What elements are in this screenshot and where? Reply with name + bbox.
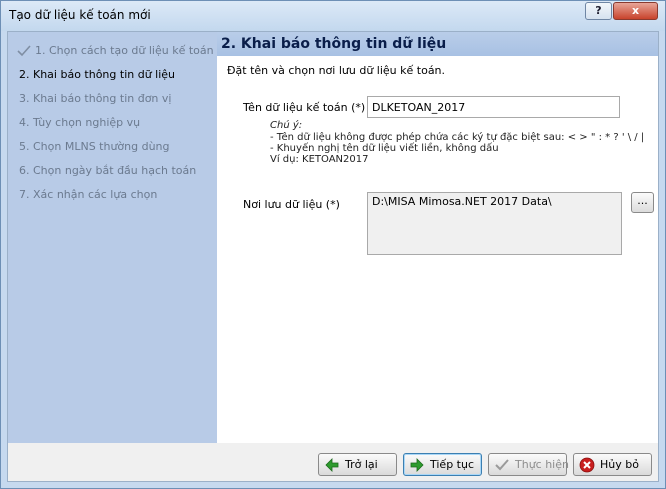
step-5: 5. Chọn MLNS thường dùng [19,140,170,153]
help-button[interactable]: ? [585,2,612,20]
next-button[interactable]: Tiếp tục [403,453,482,476]
finish-label: Thực hiện [515,458,569,471]
location-label: Nơi lưu dữ liệu (*) [243,198,340,211]
checkmark-icon [495,459,509,471]
dialog-window: Tạo dữ liệu kế toán mới ? x 1. Chọn cách… [0,0,666,489]
cancel-icon [579,457,595,473]
section-description: Đặt tên và chọn nơi lưu dữ liệu kế toán. [227,64,446,77]
step-6: 6. Chọn ngày bắt đầu hạch toán [19,164,197,177]
location-field[interactable]: D:\MISA Mimosa.NET 2017 Data\ [367,192,622,255]
steps-sidebar: 1. Chọn cách tạo dữ liệu kế toán 2. Khai… [8,32,217,443]
step-2: 2. Khai báo thông tin dữ liệu [19,68,176,81]
step-3: 3. Khai báo thông tin đơn vị [19,92,172,105]
section-title: 2. Khai báo thông tin dữ liệu [221,36,447,52]
arrow-left-icon [325,458,339,472]
back-button[interactable]: Trở lại [318,453,397,476]
next-label: Tiếp tục [430,458,475,471]
main-panel: 2. Khai báo thông tin dữ liệu Đặt tên và… [217,32,658,443]
step-4: 4. Tùy chọn nghiệp vụ [19,116,141,129]
finish-button[interactable]: Thực hiện [488,453,569,476]
browse-icon: ... [637,194,648,207]
button-bar: Trở lại Tiếp tục Thực hiện Hủy bỏ [8,443,658,481]
location-value: D:\MISA Mimosa.NET 2017 Data\ [372,195,552,208]
window-title: Tạo dữ liệu kế toán mới [9,8,151,22]
close-icon: x [631,4,640,17]
step-7: 7. Xác nhận các lựa chọn [19,188,158,201]
note-line-3: Ví dụ: KETOAN2017 [270,154,369,165]
dialog-body: 1. Chọn cách tạo dữ liệu kế toán 2. Khai… [7,31,659,482]
checkmark-icon [17,45,31,57]
arrow-right-icon [410,458,424,472]
close-button[interactable]: x [613,2,658,20]
note-line-1: - Tên dữ liệu không được phép chứa các k… [270,132,645,143]
title-bar[interactable]: Tạo dữ liệu kế toán mới ? x [1,1,665,31]
note-line-2: - Khuyến nghị tên dữ liệu viết liền, khô… [270,143,499,154]
section-header: 2. Khai báo thông tin dữ liệu [217,32,658,56]
data-name-input[interactable] [367,96,620,118]
browse-button[interactable]: ... [631,192,654,213]
back-label: Trở lại [345,458,378,471]
cancel-label: Hủy bỏ [600,458,639,471]
note-heading: Chú ý: [270,120,303,131]
help-icon: ? [595,4,602,17]
cancel-button[interactable]: Hủy bỏ [573,453,652,476]
name-label: Tên dữ liệu kế toán (*) [243,101,366,114]
step-1: 1. Chọn cách tạo dữ liệu kế toán [35,44,214,57]
